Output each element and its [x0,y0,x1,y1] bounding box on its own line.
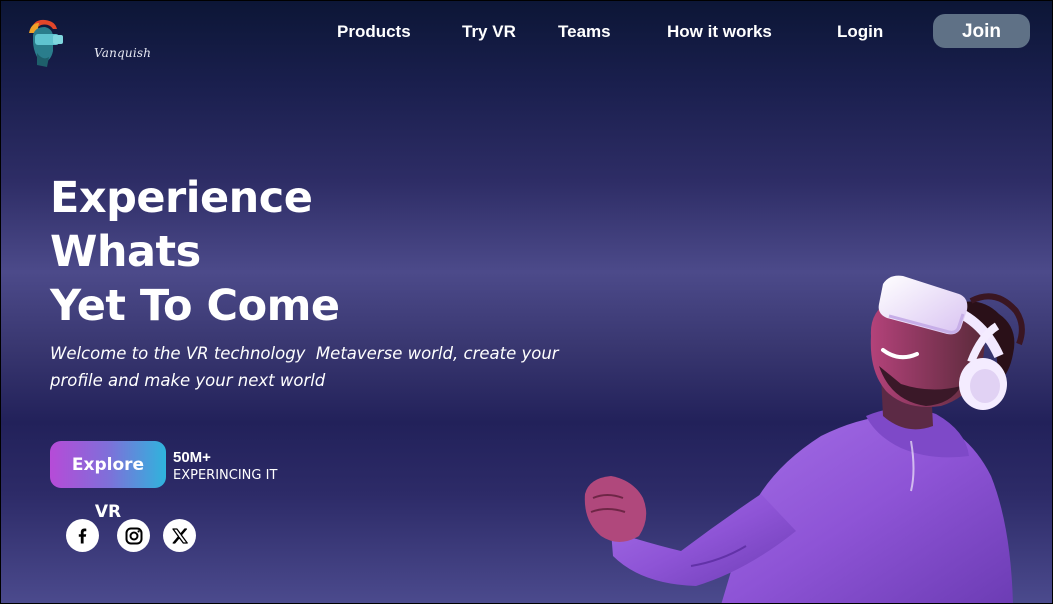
facebook-link[interactable] [66,519,99,552]
vr-person-illustration [584,275,1025,603]
nav-try-vr[interactable]: Try VR [462,22,516,42]
instagram-link[interactable] [117,519,150,552]
brand-name: Vanquish [94,46,152,60]
instagram-icon [125,527,142,544]
hero-title: Experience Whats Yet To Come [50,171,340,333]
nav-teams[interactable]: Teams [558,22,611,42]
x-link[interactable] [163,519,196,552]
stat-value: 50M+ [173,449,211,466]
x-icon [171,527,188,544]
logo-mark-icon [29,19,63,67]
hero-subtitle-line: Welcome to the VR technology Metaverse w… [50,344,559,363]
hero-title-line: Yet To Come [50,281,340,331]
hero-title-line: Experience [50,173,313,223]
landing-page: Vanquish Products Try VR Teams How it wo… [0,0,1053,604]
nav-products[interactable]: Products [337,22,411,42]
join-button[interactable]: Join [933,14,1030,48]
hero-subtitle-line: profile and make your next world [50,371,326,390]
hero-title-line: Whats [50,227,201,277]
hero-subtitle: Welcome to the VR technology Metaverse w… [50,340,570,394]
explore-vr-button[interactable]: Explore VR [50,441,166,522]
brand-logo[interactable]: Vanquish [23,17,151,69]
facebook-icon [78,528,86,543]
nav-how-it-works[interactable]: How it works [667,22,772,42]
stat-label: EXPERINCING IT [173,468,278,483]
nav-login[interactable]: Login [837,22,883,42]
